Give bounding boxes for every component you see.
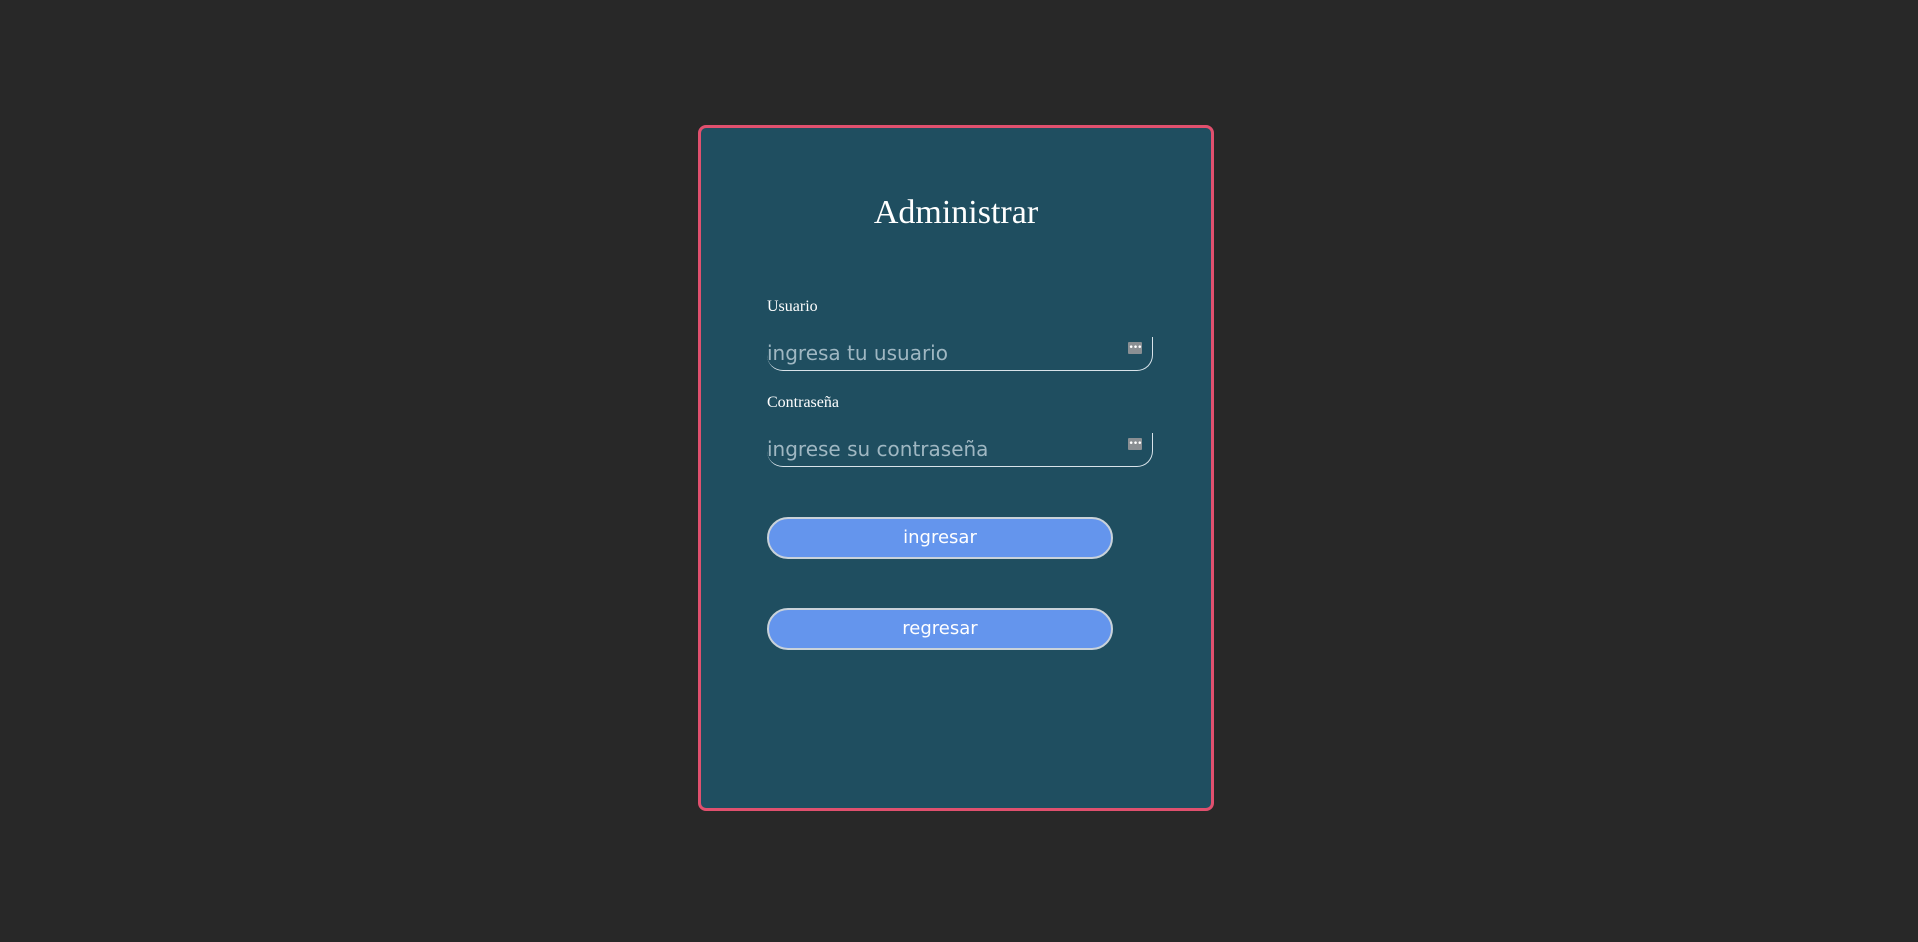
username-input[interactable] (767, 337, 1107, 369)
password-field: ••• (767, 433, 1153, 467)
back-button[interactable]: regresar (767, 608, 1113, 650)
password-input[interactable] (767, 433, 1107, 465)
password-manager-icon[interactable]: ••• (1128, 438, 1142, 450)
username-label: Usuario (767, 298, 818, 315)
login-card: Administrar Usuario ••• Contraseña ••• i… (698, 125, 1214, 811)
login-button[interactable]: ingresar (767, 517, 1113, 559)
username-field: ••• (767, 337, 1153, 371)
password-label: Contraseña (767, 394, 839, 411)
page-title: Administrar (873, 194, 1039, 231)
password-manager-icon[interactable]: ••• (1128, 342, 1142, 354)
